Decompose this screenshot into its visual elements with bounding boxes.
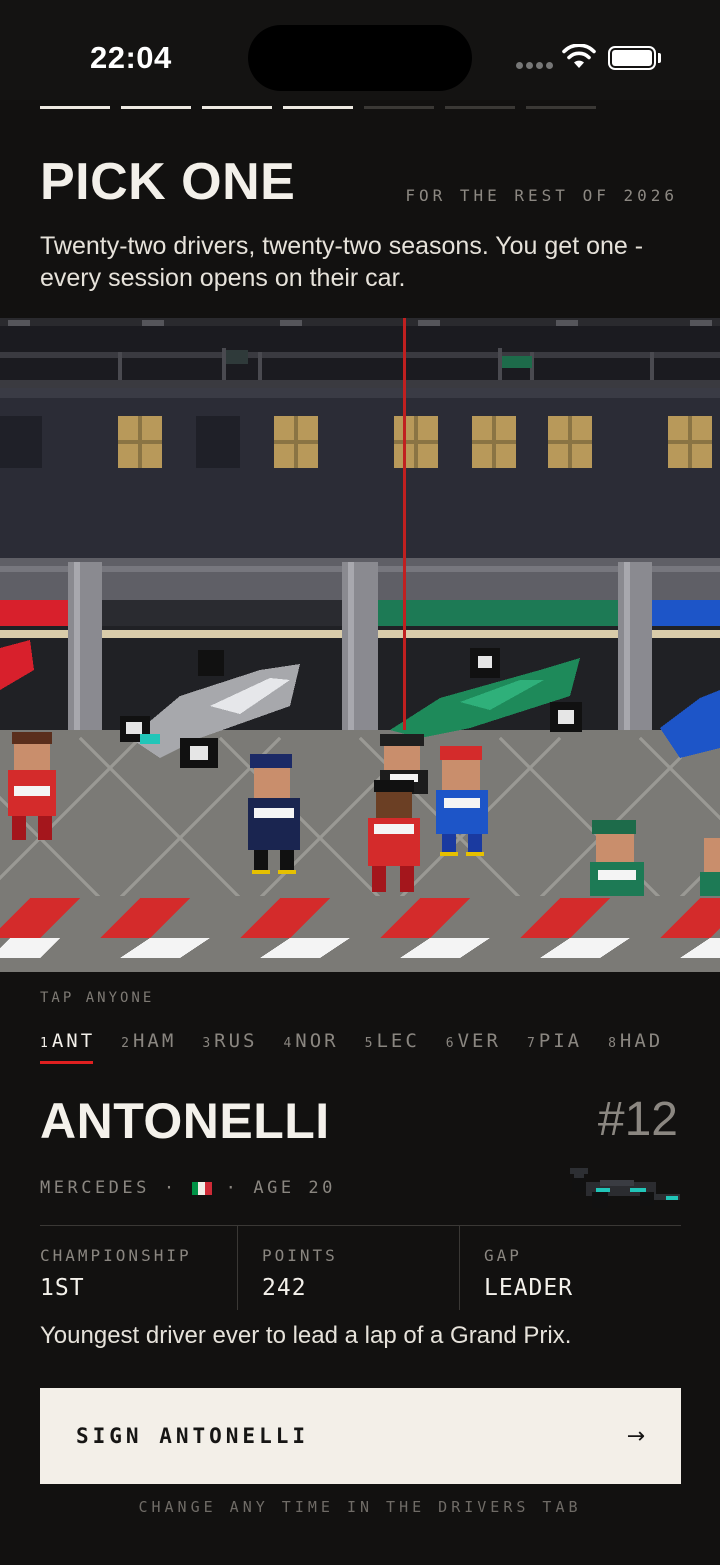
- meta-separator: ·: [163, 1178, 178, 1198]
- driver-tab-lec[interactable]: 5 LEC: [365, 1030, 420, 1064]
- progress-segment: [121, 106, 191, 109]
- progress-segment: [526, 106, 596, 109]
- driver-meta: MERCEDES · · AGE 20: [40, 1178, 336, 1198]
- driver-name: ANTONELLI: [40, 1093, 330, 1149]
- driver-tab-number: 5: [364, 1036, 373, 1051]
- italy-flag-icon: [191, 1181, 212, 1195]
- status-time: 22:04: [90, 40, 172, 75]
- dynamic-island: [248, 25, 472, 91]
- driver-age: AGE 20: [253, 1178, 336, 1198]
- driver-tab-rus[interactable]: 3 RUS: [202, 1030, 257, 1064]
- stat-label: POINTS: [262, 1246, 338, 1265]
- stat-label: CHAMPIONSHIP: [40, 1246, 192, 1265]
- stat-points: POINTS 242: [237, 1226, 459, 1310]
- stat-value: 1ST: [40, 1275, 85, 1301]
- footer-note: CHANGE ANY TIME IN THE DRIVERS TAB: [138, 1498, 582, 1516]
- driver-tab-number: 6: [445, 1036, 454, 1051]
- driver-tab-number: 1: [40, 1036, 48, 1051]
- driver-tab-code: HAM: [132, 1030, 177, 1052]
- season-scope: FOR THE REST OF 2026: [405, 186, 678, 205]
- driver-tab-ham[interactable]: 2 HAM: [121, 1030, 176, 1064]
- onboarding-progress: [40, 106, 596, 109]
- driver-tab-had[interactable]: 8 HAD: [608, 1030, 663, 1064]
- driver-tab-number: 3: [202, 1036, 211, 1051]
- driver-tab-code: NOR: [295, 1030, 339, 1052]
- pit-lane-scene[interactable]: [0, 318, 720, 972]
- battery-icon: [608, 46, 656, 70]
- progress-segment: [283, 106, 353, 109]
- driver-number: #12: [597, 1093, 678, 1146]
- race-car-icon: [570, 1168, 680, 1208]
- driver-tab-number: 8: [608, 1036, 616, 1051]
- driver-tab-ver[interactable]: 6 VER: [446, 1030, 501, 1064]
- battery-nub: [658, 53, 661, 63]
- sign-button-label: SIGN ANTONELLI: [76, 1424, 310, 1448]
- driver-tab-code: PIA: [538, 1030, 583, 1052]
- stat-value: LEADER: [484, 1275, 574, 1301]
- driver-tab-pia[interactable]: 7 PIA: [527, 1030, 582, 1064]
- driver-tab-code: LEC: [376, 1030, 420, 1052]
- driver-fact: Youngest driver ever to lead a lap of a …: [40, 1322, 572, 1349]
- page-title: PICK ONE: [40, 153, 296, 211]
- driver-tab-number: 7: [526, 1036, 535, 1051]
- sign-driver-button[interactable]: SIGN ANTONELLI →: [40, 1388, 681, 1484]
- meta-separator: ·: [225, 1178, 240, 1198]
- progress-segment: [445, 106, 515, 109]
- status-bar: 22:04: [0, 0, 720, 100]
- pit-lane-illustration: [0, 318, 720, 972]
- stat-championship: CHAMPIONSHIP 1ST: [40, 1226, 237, 1310]
- driver-tab-ant[interactable]: 1 ANT: [40, 1030, 95, 1064]
- stat-gap: GAP LEADER: [459, 1226, 681, 1310]
- driver-team: MERCEDES: [40, 1178, 150, 1198]
- driver-tab-code: HAD: [619, 1030, 664, 1052]
- driver-tab-code: RUS: [214, 1030, 258, 1052]
- driver-stats: CHAMPIONSHIP 1ST POINTS 242 GAP LEADER: [40, 1226, 681, 1310]
- wifi-icon: [562, 44, 596, 68]
- driver-tab-number: 2: [121, 1036, 129, 1051]
- driver-tab-nor[interactable]: 4 NOR: [283, 1030, 338, 1064]
- driver-tabs: 1 ANT 2 HAM 3 RUS 4 NOR 5 LEC 6 VER 7 PIA 8 HAD: [40, 1030, 689, 1064]
- stat-value: 242: [262, 1275, 307, 1301]
- driver-tab-number: 4: [283, 1036, 292, 1051]
- stat-label: GAP: [484, 1246, 522, 1265]
- progress-segment: [364, 106, 434, 109]
- arrow-right-icon: →: [626, 1423, 645, 1449]
- picker-hint: TAP ANYONE: [40, 990, 155, 1006]
- driver-tab-code: ANT: [51, 1030, 96, 1052]
- signal-icon: [516, 62, 553, 69]
- progress-segment: [202, 106, 272, 109]
- intro-text: Twenty-two drivers, twenty-two seasons. …: [40, 232, 644, 292]
- progress-segment: [40, 106, 110, 109]
- driver-tab-code: VER: [457, 1030, 501, 1052]
